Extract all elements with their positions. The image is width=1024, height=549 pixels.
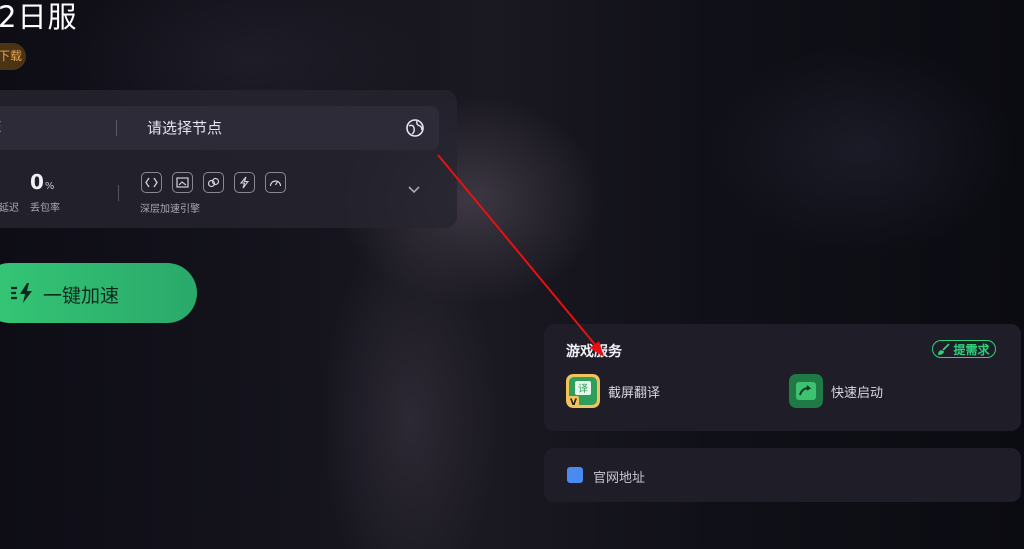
service-label: 快速启动 bbox=[831, 385, 884, 401]
quick-launch-icon bbox=[789, 374, 823, 408]
service-quick-launch[interactable]: 快速启动 bbox=[789, 374, 883, 408]
link-icon[interactable] bbox=[203, 172, 224, 193]
one-click-accelerate-button[interactable]: 一键加速 bbox=[0, 263, 197, 323]
official-site-card[interactable]: 官网地址 bbox=[544, 448, 1021, 502]
accelerate-bolt-icon bbox=[11, 283, 32, 303]
node-selector-label[interactable]: 请选择节点 bbox=[147, 117, 222, 138]
latency-label: 延迟 bbox=[0, 203, 19, 214]
engine-icon-row bbox=[141, 172, 286, 193]
accelerate-label: 一键加速 bbox=[43, 285, 120, 307]
game-services-card: 游戏服务 提需求 译 V 截屏翻译 快速启动 bbox=[544, 324, 1021, 431]
engine-label: 深层加速引擎 bbox=[140, 204, 200, 215]
speedometer-icon[interactable] bbox=[265, 172, 286, 193]
divider bbox=[118, 185, 119, 201]
code-icon[interactable] bbox=[141, 172, 162, 193]
request-feature-button[interactable]: 提需求 bbox=[932, 340, 996, 358]
service-screenshot-translate[interactable]: 译 V 截屏翻译 bbox=[566, 374, 660, 408]
node-selector[interactable]: E 请选择节点 bbox=[0, 106, 439, 150]
bolt-icon[interactable] bbox=[234, 172, 255, 193]
chevron-down-icon[interactable] bbox=[406, 185, 422, 195]
server-selector-label[interactable]: E bbox=[0, 118, 1, 136]
brush-icon bbox=[938, 343, 951, 355]
service-label: 截屏翻译 bbox=[608, 385, 661, 401]
game-title: 2日服 bbox=[0, 0, 78, 34]
browser-icon bbox=[567, 467, 583, 483]
translate-icon: 译 V bbox=[566, 374, 600, 408]
divider bbox=[116, 120, 117, 136]
svg-text:V: V bbox=[570, 398, 577, 408]
game-services-title: 游戏服务 bbox=[566, 344, 622, 360]
packet-loss-label: 丢包率 bbox=[30, 203, 60, 214]
official-site-label: 官网地址 bbox=[593, 471, 646, 486]
acceleration-panel: E 请选择节点 0% 延迟 丢包率 深层加速引擎 bbox=[0, 90, 457, 228]
image-icon[interactable] bbox=[172, 172, 193, 193]
download-badge[interactable]: 下载 bbox=[0, 43, 26, 70]
svg-text:译: 译 bbox=[578, 383, 588, 395]
request-feature-label: 提需求 bbox=[953, 342, 990, 357]
globe-icon[interactable] bbox=[405, 118, 425, 138]
packet-loss-value: 0% bbox=[30, 170, 55, 194]
